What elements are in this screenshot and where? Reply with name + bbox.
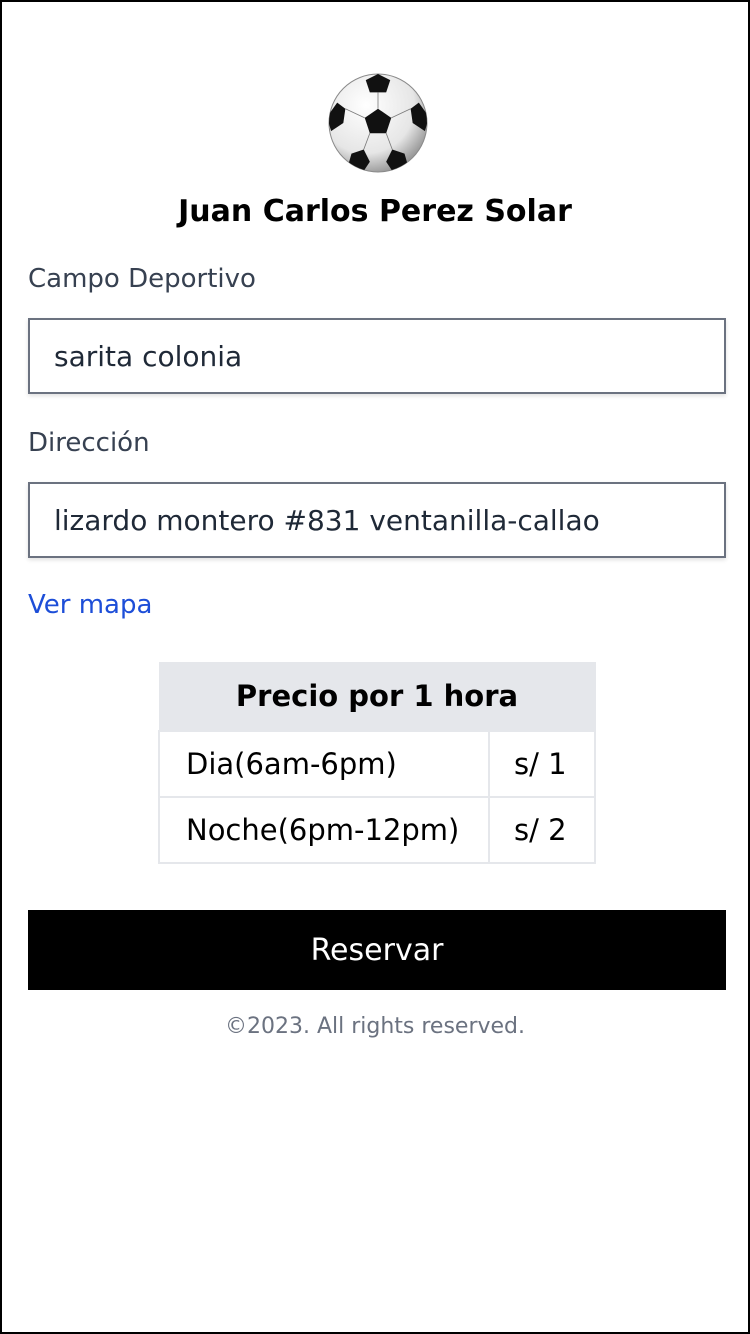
direccion-label: Dirección: [28, 428, 150, 458]
price-value-cell: s/ 1: [488, 729, 596, 798]
direccion-input[interactable]: [28, 482, 726, 558]
footer-copyright: ©2023. All rights reserved.: [224, 1014, 526, 1039]
table-row: Dia(6am-6pm) s/ 1: [158, 729, 596, 798]
price-table-header: Precio por 1 hora: [158, 662, 596, 731]
price-table-header-row: Precio por 1 hora: [158, 662, 596, 731]
owner-name: Juan Carlos Perez Solar: [178, 194, 572, 229]
table-row: Noche(6pm-12pm) s/ 2: [158, 795, 596, 864]
price-table: Precio por 1 hora Dia(6am-6pm) s/ 1 Noch…: [158, 662, 596, 864]
ver-mapa-link[interactable]: Ver mapa: [28, 590, 152, 620]
app-frame: Juan Carlos Perez Solar Campo Deportivo …: [0, 0, 750, 1334]
soccer-ball-icon: [328, 73, 428, 173]
campo-deportivo-label: Campo Deportivo: [28, 264, 256, 294]
price-value-cell: s/ 2: [488, 795, 596, 864]
campo-deportivo-input[interactable]: [28, 318, 726, 394]
price-period-cell: Noche(6pm-12pm): [158, 795, 490, 864]
price-period-cell: Dia(6am-6pm): [158, 729, 490, 798]
reservar-button[interactable]: Reservar: [28, 910, 726, 990]
